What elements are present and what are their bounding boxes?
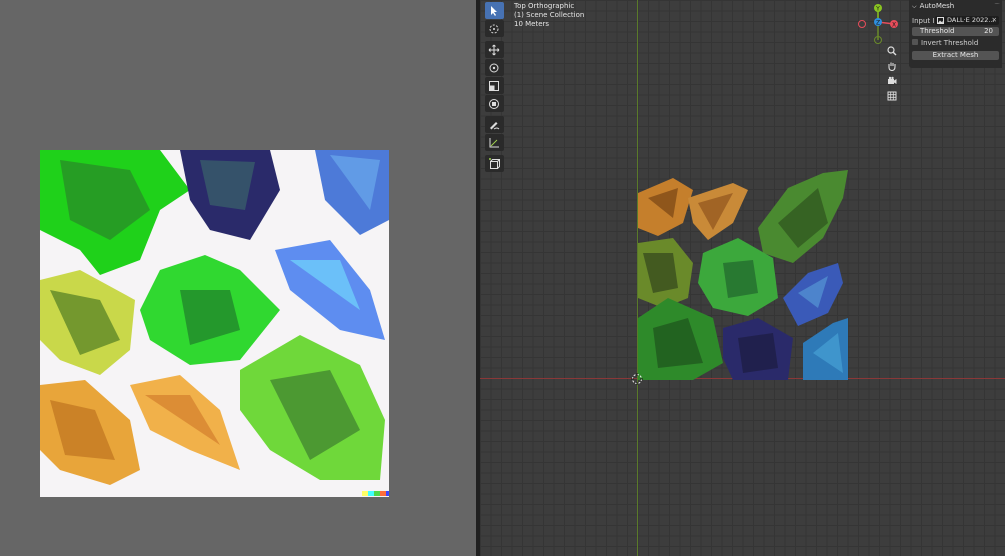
invert-threshold-row: Invert Threshold (912, 38, 999, 47)
rotate-icon (489, 63, 499, 72)
zoom-button[interactable] (884, 44, 900, 58)
chevron-down-icon: ⌵ (912, 3, 917, 10)
3d-cursor[interactable] (631, 373, 643, 385)
close-icon[interactable]: ✕ (992, 16, 997, 25)
grid-scale: 10 Meters (514, 20, 550, 28)
cursor-icon (489, 24, 499, 33)
view-name: Top Orthographic (514, 2, 575, 10)
invert-threshold-checkbox[interactable] (912, 39, 918, 45)
source-image (40, 150, 389, 497)
scale-icon (489, 80, 499, 91)
move-icon (488, 44, 500, 55)
ortho-toggle-button[interactable] (884, 89, 900, 103)
pan-hand-icon (888, 62, 896, 71)
rotate-tool[interactable] (484, 59, 504, 76)
measure-tool[interactable] (484, 134, 504, 151)
transform-icon (489, 98, 499, 109)
panel-title: AutoMesh (919, 2, 955, 10)
invert-threshold-label: Invert Threshold (921, 39, 979, 47)
extract-row: Extract Mesh (912, 51, 999, 60)
image-mesh-plane[interactable] (638, 168, 848, 380)
camera-icon (888, 76, 897, 84)
collection-name: (1) Scene Collection (514, 11, 585, 19)
scale-tool[interactable] (484, 77, 504, 94)
cursor-tool[interactable] (484, 20, 504, 37)
navigation-gizmo[interactable]: Y X Z (858, 2, 900, 44)
tool-shelf (484, 2, 504, 173)
automesh-panel: ⌵ AutoMesh ···· Input I... DALL·E 2022...… (909, 0, 1002, 68)
select-icon (491, 5, 497, 16)
annotate-tool[interactable] (484, 116, 504, 133)
transform-tool[interactable] (484, 95, 504, 112)
measure-icon (489, 137, 499, 147)
panel-header[interactable]: ⌵ AutoMesh (912, 2, 954, 11)
threshold-label: Threshold (920, 27, 955, 35)
camera-button[interactable] (884, 74, 900, 88)
grid-icon (887, 91, 897, 101)
input-image-field[interactable]: DALL·E 2022... ✕ (935, 16, 999, 25)
drag-handle-icon[interactable]: ···· (994, 0, 1000, 8)
extract-mesh-button[interactable]: Extract Mesh (912, 51, 999, 60)
threshold-field[interactable]: Threshold 20 (912, 27, 999, 36)
zoom-icon (887, 46, 897, 56)
threshold-row: Threshold 20 (912, 27, 999, 36)
gizmo-y-label: Y (875, 6, 880, 13)
input-image-value: DALL·E 2022... (947, 16, 995, 24)
gizmo-x-label: X (892, 22, 896, 29)
gizmo-neg-x-axis[interactable] (858, 20, 866, 28)
add-cube-tool[interactable] (484, 155, 504, 172)
select-tool[interactable] (484, 2, 504, 19)
annotate-icon (490, 121, 500, 129)
pan-button[interactable] (884, 59, 900, 73)
3d-viewport[interactable]: Top Orthographic (1) Scene Collection 10… (480, 0, 1005, 556)
image-icon (937, 17, 944, 24)
threshold-value: 20 (984, 27, 993, 35)
add-cube-icon (489, 157, 500, 169)
viewport-info: Top Orthographic (1) Scene Collection 10… (514, 2, 584, 29)
input-image-row: Input I... DALL·E 2022... ✕ (912, 16, 999, 25)
image-editor-area[interactable] (0, 0, 476, 556)
move-tool[interactable] (484, 41, 504, 58)
gizmo-z-label: Z (876, 20, 880, 27)
